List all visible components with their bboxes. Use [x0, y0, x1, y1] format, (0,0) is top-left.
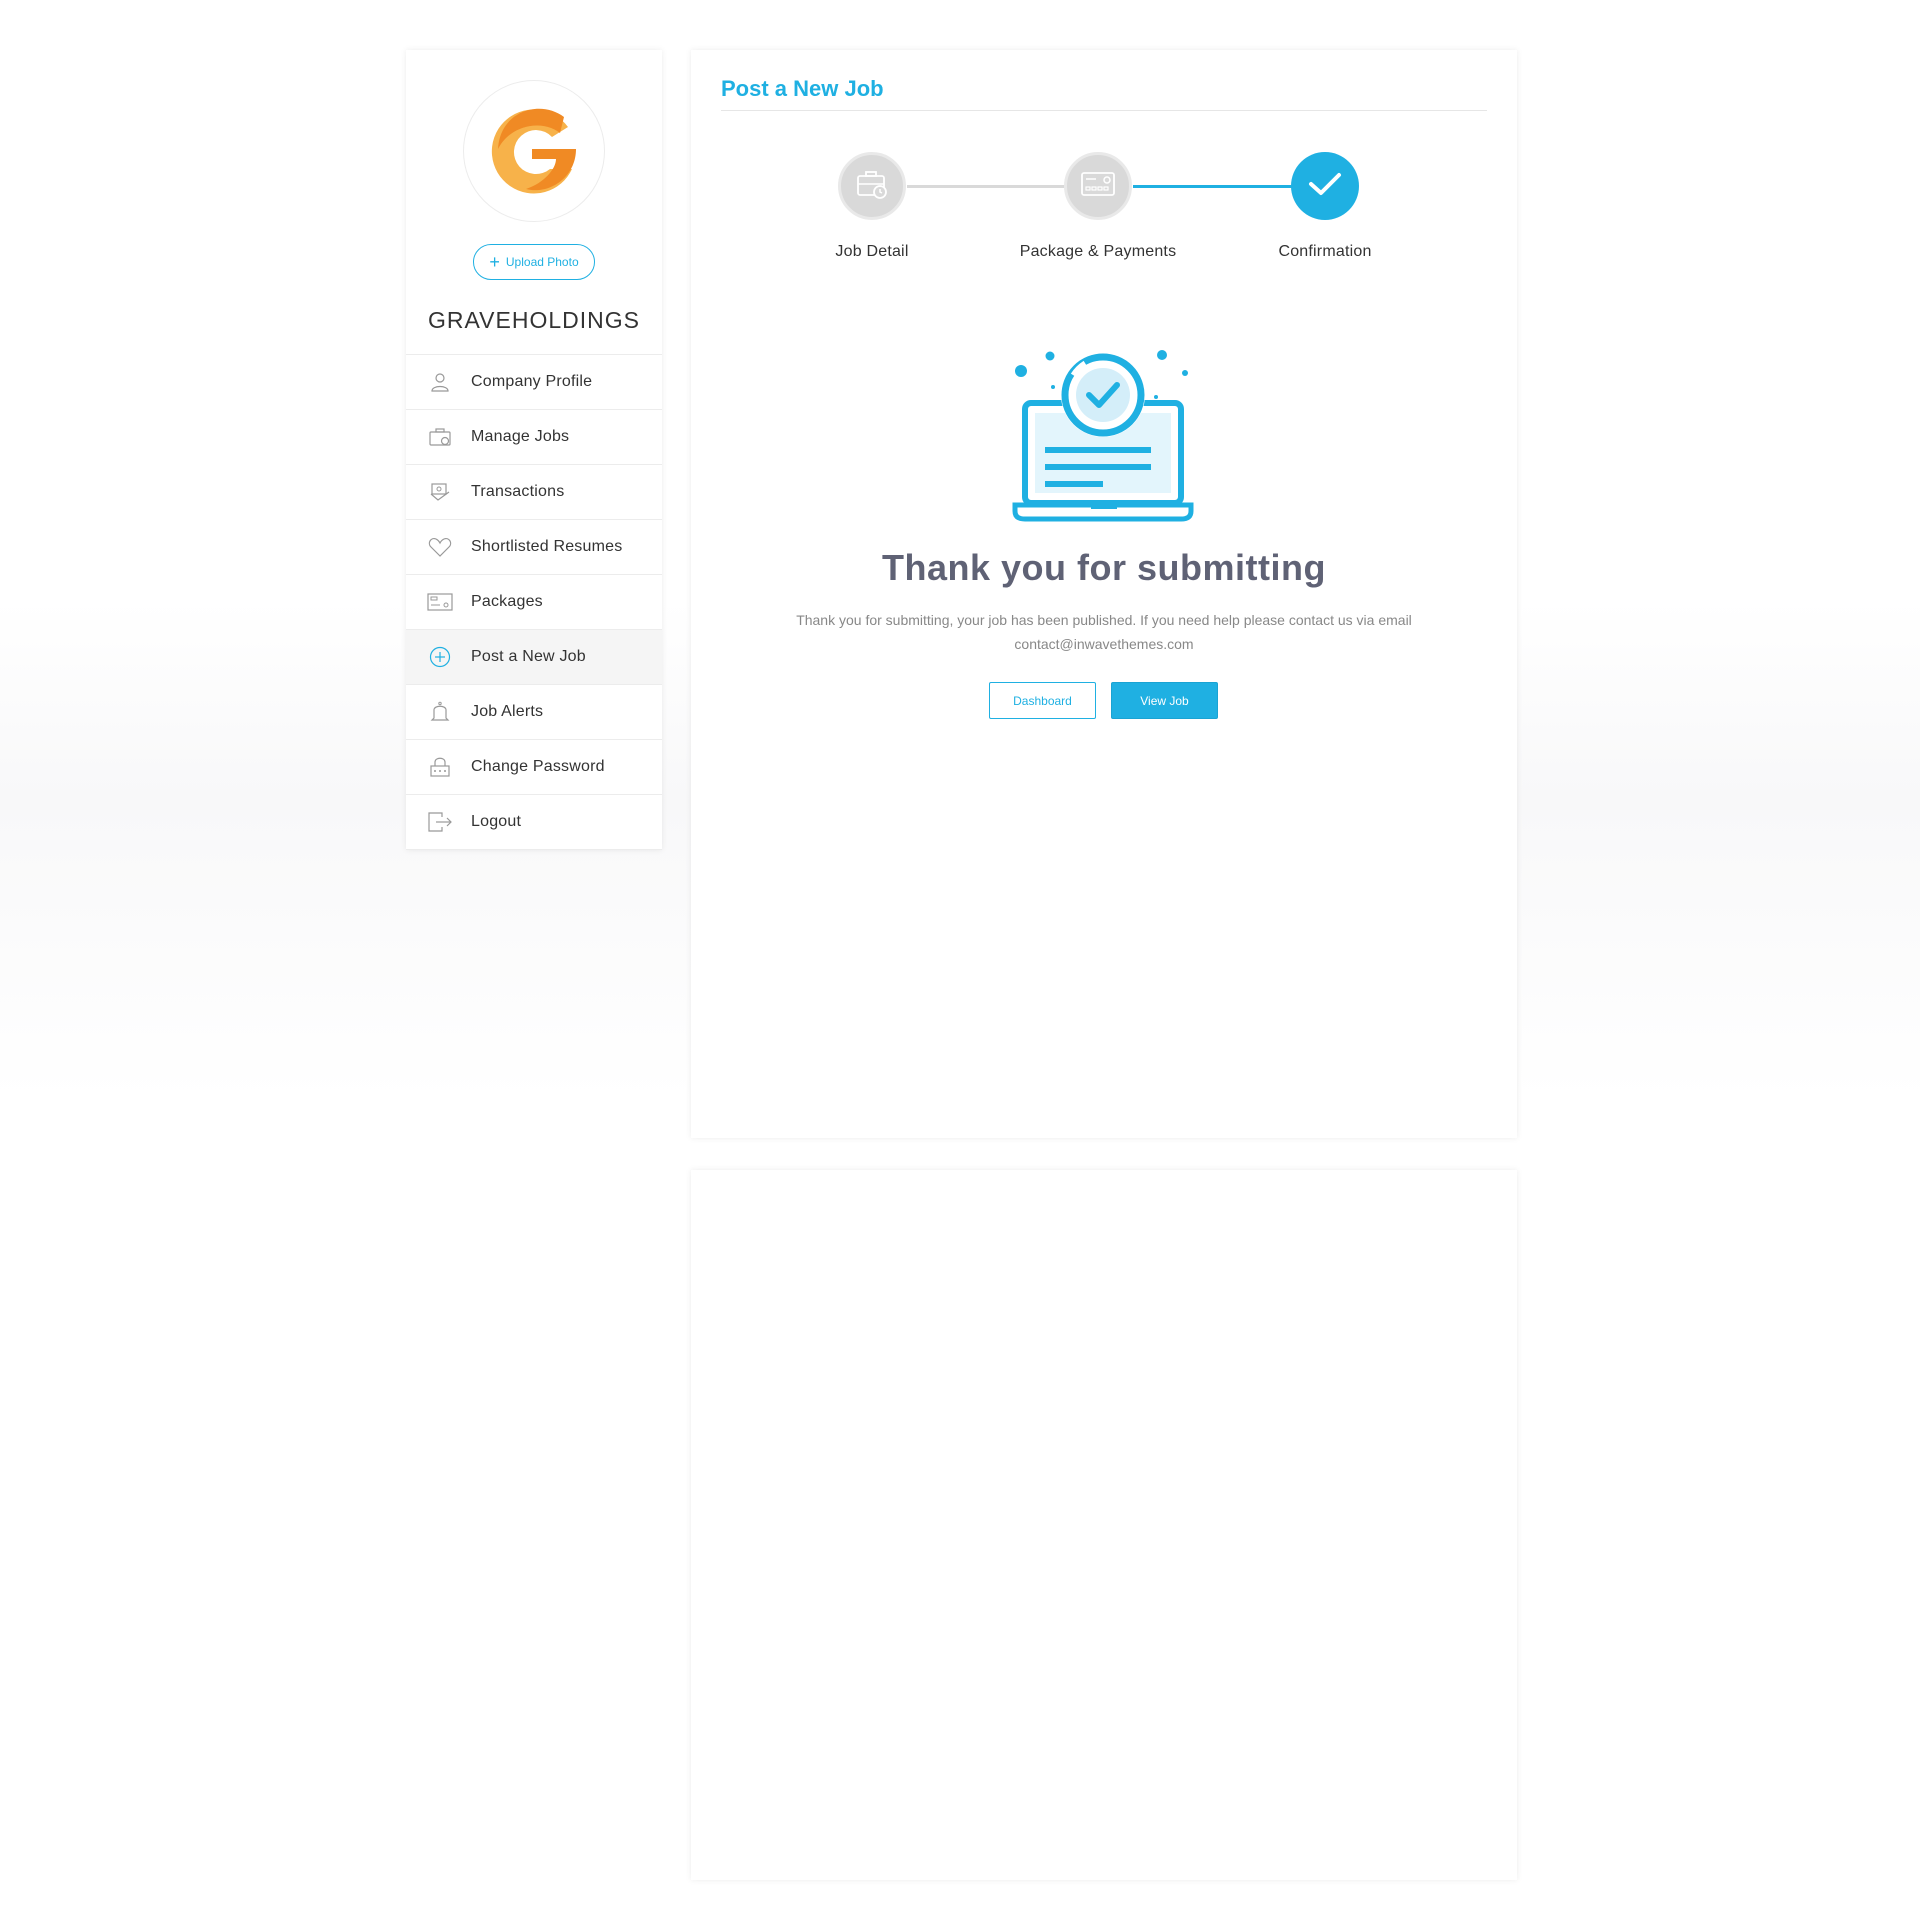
sidebar-item-change-password[interactable]: Change Password: [406, 740, 662, 795]
plus-icon: +: [489, 252, 500, 272]
title-divider: [721, 110, 1487, 111]
page-title: Post a New Job: [721, 76, 884, 101]
step-job-detail: [838, 152, 906, 220]
company-name: GRAVEHOLDINGS: [428, 307, 640, 333]
secondary-panel: [691, 1170, 1517, 1880]
step-label-job-detail: Job Detail: [835, 243, 909, 260]
step-label-confirmation: Confirmation: [1278, 243, 1372, 260]
card-icon: [426, 588, 454, 616]
sidebar-menu: Company Profile Manage Jobs Transactions…: [406, 354, 662, 850]
post-job-panel: Post a New Job Job Detail Package & Paym…: [691, 50, 1517, 1138]
user-icon: [426, 368, 454, 396]
sidebar-item-label: Post a New Job: [471, 648, 586, 665]
dashboard-button[interactable]: Dashboard: [989, 682, 1096, 719]
thanks-message: Thank you for submitting, your job has b…: [796, 612, 1412, 652]
sidebar-item-label: Change Password: [471, 758, 605, 775]
laptop-check-icon: [1012, 350, 1194, 522]
sidebar-item-job-alerts[interactable]: Job Alerts: [406, 685, 662, 740]
sidebar-item-shortlisted-resumes[interactable]: Shortlisted Resumes: [406, 520, 662, 575]
briefcase-clock-icon: [855, 167, 889, 206]
upload-photo-label: Upload Photo: [505, 255, 579, 269]
sidebar-item-label: Transactions: [471, 483, 565, 500]
sidebar-item-transactions[interactable]: Transactions: [406, 465, 662, 520]
step-confirmation: [1291, 152, 1359, 220]
plus-circle-icon: [426, 643, 454, 671]
sidebar-item-company-profile[interactable]: Company Profile: [406, 355, 662, 410]
step-connector-2: [1133, 185, 1293, 188]
bell-icon: [426, 698, 454, 726]
sidebar-item-label: Job Alerts: [471, 703, 544, 720]
step-label-package-payments: Package & Payments: [1019, 243, 1177, 260]
company-logo: [463, 80, 605, 222]
checkmark-icon: [1307, 169, 1343, 204]
step-connector-1: [907, 185, 1067, 188]
thanks-heading: Thank you for submitting: [882, 547, 1326, 588]
sidebar-item-label: Company Profile: [471, 373, 593, 390]
sidebar-item-label: Shortlisted Resumes: [471, 538, 623, 555]
g-logo-icon: [491, 108, 576, 194]
sidebar-item-label: Manage Jobs: [471, 428, 570, 445]
credit-card-icon: [1080, 170, 1116, 203]
logout-icon: [426, 808, 454, 836]
sidebar-item-label: Logout: [471, 813, 522, 830]
transactions-icon: [426, 478, 454, 506]
laptop-check-illustration: [1011, 345, 1197, 530]
lock-icon: [426, 753, 454, 781]
heart-icon: [426, 533, 454, 561]
upload-photo-button[interactable]: + Upload Photo: [473, 244, 595, 280]
sidebar-item-packages[interactable]: Packages: [406, 575, 662, 630]
sidebar-item-logout[interactable]: Logout: [406, 795, 662, 850]
briefcase-icon: [426, 423, 454, 451]
view-job-button[interactable]: View Job: [1111, 682, 1218, 719]
sidebar-item-label: Packages: [471, 593, 543, 610]
sidebar: + Upload Photo GRAVEHOLDINGS Company Pro…: [406, 50, 662, 850]
sidebar-item-manage-jobs[interactable]: Manage Jobs: [406, 410, 662, 465]
step-package-payments: [1064, 152, 1132, 220]
sidebar-item-post-a-new-job[interactable]: Post a New Job: [406, 630, 662, 685]
